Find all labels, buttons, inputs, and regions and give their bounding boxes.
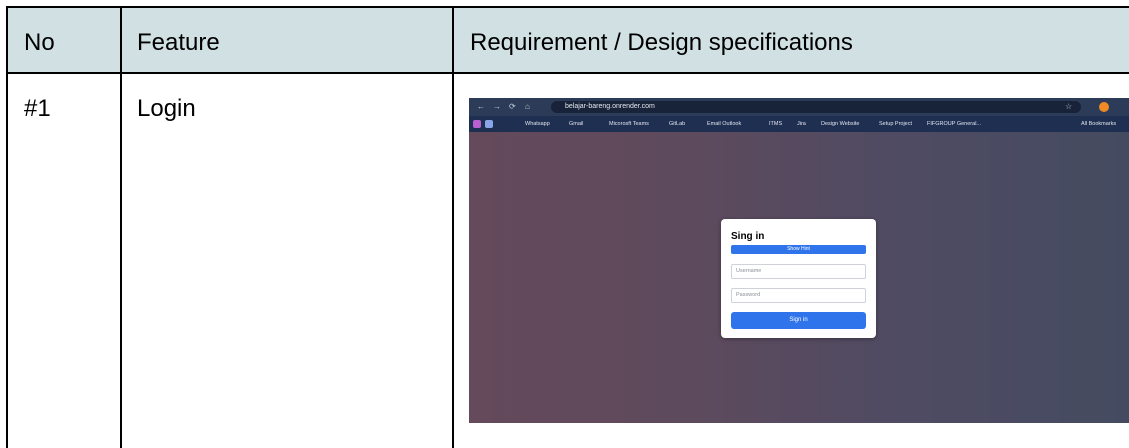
column-divider: [452, 8, 454, 448]
column-divider: [120, 8, 122, 448]
row-feature: Login: [137, 95, 196, 122]
forward-icon: →: [493, 102, 501, 111]
login-screenshot: ← → ⟳ ⌂ belajar-bareng.onrender.com ☆ Wh…: [469, 98, 1129, 423]
bookmark-item: Gmail: [569, 121, 584, 127]
bookmark-item: Email Outlook: [707, 121, 742, 127]
bookmark-item: FIFGROUP General...: [927, 121, 981, 127]
app-icon: [485, 120, 493, 128]
bookmark-item: ITMS: [769, 121, 783, 127]
header-requirement: Requirement / Design specifications: [470, 29, 853, 56]
back-icon: ←: [477, 102, 485, 111]
bookmark-item: Jira: [797, 121, 806, 127]
avatar: [1099, 102, 1109, 112]
username-input[interactable]: Username: [731, 264, 866, 279]
signin-button[interactable]: Sign in: [731, 312, 866, 329]
bookmark-item: GitLab: [669, 121, 686, 127]
signin-title: Sing in: [731, 231, 765, 242]
header-no: No: [24, 29, 55, 56]
bookmark-item: Micorosft Teams: [609, 121, 649, 127]
bookmark-item: Whatsapp: [525, 121, 550, 127]
bookmark-item: Setup Project: [879, 121, 913, 127]
star-icon: ☆: [1065, 102, 1073, 111]
signin-card: Sing in Show Hint Username Password Sign…: [721, 219, 876, 338]
bookmark-item: All Bookmarks: [1081, 121, 1117, 127]
password-placeholder: Password: [736, 292, 761, 298]
password-input[interactable]: Password: [731, 288, 866, 303]
address-url: belajar-bareng.onrender.com: [565, 103, 655, 110]
bookmark-item: Design Website: [821, 121, 860, 127]
app-icon: [473, 120, 481, 128]
home-icon: ⌂: [525, 102, 530, 111]
row-no: #1: [24, 95, 51, 122]
reload-icon: ⟳: [509, 102, 516, 111]
show-hint-button[interactable]: Show Hint: [731, 245, 866, 254]
header-feature: Feature: [137, 29, 220, 56]
username-placeholder: Username: [736, 268, 762, 274]
